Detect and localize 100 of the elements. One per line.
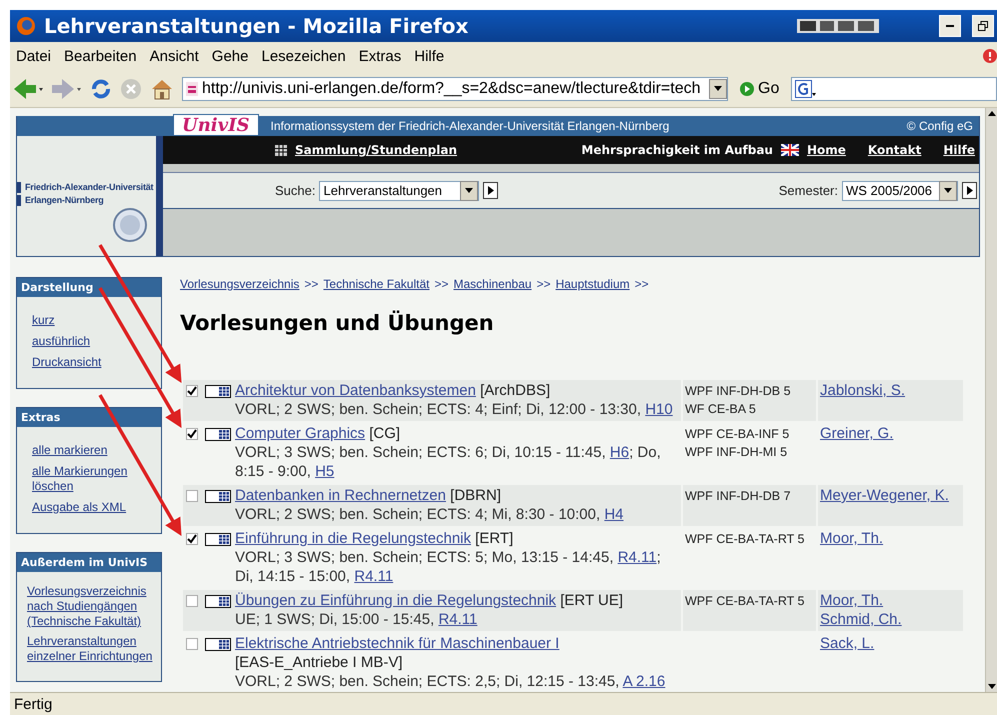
minimize-icon xyxy=(946,25,954,27)
sidebar-link[interactable]: Vorlesungsverzeichnis nach Studiengängen (Technische Fakultät) xyxy=(27,584,161,629)
course-details: VORL; 2 SWS; ben. Schein; ECTS: 2,5; Di, 12:15 - 13:45, A 2.16 xyxy=(235,672,666,691)
nav-link[interactable]: Kontakt xyxy=(868,143,922,157)
table-icon[interactable] xyxy=(205,638,231,651)
menu-item[interactable]: Gehe xyxy=(212,48,256,64)
table-icon[interactable] xyxy=(205,490,231,503)
course-link[interactable]: Übungen zu Einführung in die Regelungstechnik xyxy=(235,592,556,609)
nav-link[interactable]: Home xyxy=(806,143,846,157)
room-link[interactable]: H10 xyxy=(645,401,673,418)
room-link[interactable]: R4.11 xyxy=(438,611,478,628)
restore-icon xyxy=(978,21,988,31)
semester-go-button[interactable] xyxy=(962,182,977,199)
nav-link[interactable]: Hilfe xyxy=(943,143,975,157)
flag-icon xyxy=(780,144,799,156)
go-icon xyxy=(740,82,754,96)
university-name: Friedrich-Alexander-Universität xyxy=(17,182,156,193)
course-details: Di, 14:15 - 15:00, R4.11 xyxy=(235,567,394,586)
menu-item[interactable]: Extras xyxy=(358,48,410,64)
room-link[interactable]: A 2.16 xyxy=(622,673,666,690)
breadcrumb-separator: >> xyxy=(434,277,448,291)
dropdown-arrow-icon xyxy=(465,188,474,193)
breadcrumb-link[interactable]: Hauptstudium xyxy=(556,277,630,291)
table-icon[interactable] xyxy=(205,428,231,441)
grid-icon xyxy=(275,144,287,156)
module-code: WPF INF-DH-DB 7 xyxy=(685,488,792,504)
course-link[interactable]: Architektur von Datenbanksystemen xyxy=(235,382,476,399)
language-note: Mehrsprachigkeit im Aufbau xyxy=(581,143,773,157)
minimize-button[interactable] xyxy=(939,15,961,37)
breadcrumb-link[interactable]: Maschinenbau xyxy=(454,277,532,291)
dropdown-arrow-icon xyxy=(714,86,722,91)
course-details: VORL; 3 SWS; ben. Schein; ECTS: 5; Mo, 13:15 - 14:45, R4.11; xyxy=(235,548,662,567)
table-icon[interactable] xyxy=(205,533,231,546)
room-link[interactable]: H5 xyxy=(315,463,334,480)
select-checkbox[interactable] xyxy=(186,385,198,397)
select-checkbox[interactable] xyxy=(186,533,198,545)
menu-item[interactable]: Datei xyxy=(16,48,60,64)
breadcrumb-link[interactable]: Vorlesungsverzeichnis xyxy=(180,277,300,291)
nav-link[interactable]: Sammlung/Stundenplan xyxy=(295,143,457,157)
sidebar-link[interactable]: Lehrveranstaltungen einzelner Einrichtungen xyxy=(27,634,161,664)
search-select[interactable]: Lehrveranstaltungen xyxy=(319,180,480,200)
breadcrumb-separator: >> xyxy=(304,277,318,291)
lecturer-link[interactable]: Moor, Th. xyxy=(820,529,954,548)
breadcrumb-link[interactable]: Technische Fakultät xyxy=(323,277,430,291)
sidebar-link[interactable]: alle markieren xyxy=(32,443,161,458)
lecturer-link[interactable]: Jablonski, S. xyxy=(820,381,954,400)
module-code: WPF CE-BA-INF 5 xyxy=(685,426,790,442)
search-go-button[interactable] xyxy=(483,182,498,199)
module-code: WPF INF-DH-DB 5 xyxy=(685,383,792,399)
lecturer-link[interactable]: Meyer-Wegener, K. xyxy=(820,486,954,505)
course-details: UE; 1 SWS; Di, 15:00 - 15:45, R4.11 xyxy=(235,610,478,629)
table-icon[interactable] xyxy=(205,595,231,608)
scrollbar[interactable] xyxy=(985,108,997,692)
restore-button[interactable] xyxy=(972,15,994,37)
play-icon xyxy=(966,186,972,195)
room-link[interactable]: R4.11 xyxy=(618,549,657,566)
sidebar-link[interactable]: ausführlich xyxy=(32,334,161,349)
menu-item[interactable]: Ansicht xyxy=(150,48,207,64)
module-code: WPF INF-DH-MI 5 xyxy=(685,444,788,460)
lecturer-link[interactable]: Sack, L. xyxy=(820,634,954,653)
semester-select[interactable]: WS 2005/2006 xyxy=(842,180,958,200)
room-link[interactable]: H4 xyxy=(604,506,624,523)
menu-item[interactable]: Bearbeiten xyxy=(64,48,145,64)
home-icon[interactable] xyxy=(150,78,174,100)
sidebar-link[interactable]: alle Markierungen löschen xyxy=(32,464,161,494)
menu-item[interactable]: Hilfe xyxy=(414,48,452,64)
sidebar-link[interactable]: kurz xyxy=(32,313,161,328)
sidebar-title: Außerdem im UnivIS xyxy=(17,553,161,572)
menu-item[interactable]: Lesezeichen xyxy=(262,48,354,64)
select-checkbox[interactable] xyxy=(186,638,198,650)
room-link[interactable]: H6 xyxy=(610,444,630,461)
select-checkbox[interactable] xyxy=(186,595,198,607)
lecturer-link[interactable]: Moor, Th. xyxy=(820,591,954,610)
course-details: VORL; 2 SWS; ben. Schein; ECTS: 4; Mi, 8:30 - 10:00, H4 xyxy=(235,505,625,524)
address-field[interactable]: http://univis.uni-erlangen.de/form?__s=2&dsc=anew/tlecture&tdir=tech xyxy=(182,76,728,100)
course-link[interactable]: Datenbanken in Rechnernetzen xyxy=(235,487,446,504)
browser-logo-icon xyxy=(16,16,36,36)
course-link[interactable]: Computer Graphics xyxy=(235,425,366,442)
sidebar-link[interactable]: Ausgabe als XML xyxy=(32,500,161,515)
reload-icon[interactable] xyxy=(90,78,112,100)
univis-logo[interactable]: UnivIS xyxy=(173,114,258,136)
page-heading: Vorlesungen und Übungen xyxy=(180,311,495,335)
window-title: Lehrveranstaltungen - Mozilla Firefox xyxy=(44,14,470,38)
sidebar-link[interactable]: Druckansicht xyxy=(32,355,161,370)
back-icon[interactable] xyxy=(14,78,44,100)
room-link[interactable]: R4.11 xyxy=(354,568,394,585)
course-link[interactable]: Einführung in die Regelungstechnik xyxy=(235,530,471,547)
breadcrumb-separator: >> xyxy=(634,277,649,291)
select-checkbox[interactable] xyxy=(186,428,198,440)
seal-icon xyxy=(113,208,147,242)
lecturer-link[interactable]: Schmid, Ch. xyxy=(820,610,954,629)
table-icon[interactable] xyxy=(205,385,231,398)
select-checkbox[interactable] xyxy=(186,490,198,502)
course-link[interactable]: Elektrische Antriebstechnik für Maschinenbauer I xyxy=(235,635,560,652)
search-field[interactable] xyxy=(791,76,997,100)
dropdown-arrow-icon xyxy=(944,188,952,193)
go-button[interactable]: Go xyxy=(736,80,784,98)
lecturer-link[interactable]: Greiner, G. xyxy=(820,424,954,443)
search-engine-icon xyxy=(795,80,818,98)
site-icon xyxy=(186,82,198,96)
